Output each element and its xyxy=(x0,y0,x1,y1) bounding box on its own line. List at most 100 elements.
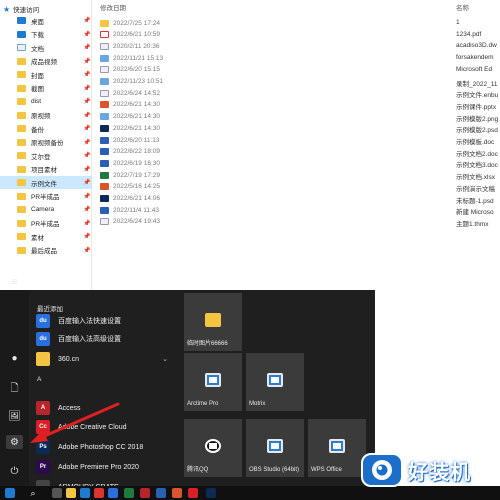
file-row-date[interactable]: 2022/6/20 11:13 xyxy=(100,135,160,145)
tile[interactable]: Motrix xyxy=(246,353,304,411)
file-name[interactable]: forsakendem xyxy=(456,54,494,61)
nav-item[interactable]: PR半成品 📌 xyxy=(0,217,92,230)
pin-icon[interactable]: 📌 xyxy=(82,166,92,173)
pin-icon[interactable]: 📌 xyxy=(82,85,92,92)
nav-item[interactable]: 最后成品 📌 xyxy=(0,244,92,257)
section-header-a[interactable]: A xyxy=(37,376,41,383)
nav-item[interactable]: 截图 📌 xyxy=(0,82,92,95)
edge-taskbar-icon[interactable] xyxy=(80,488,90,498)
app-taskbar-icon[interactable] xyxy=(188,488,198,498)
nav-item[interactable]: 下载 📌 xyxy=(0,28,92,41)
app-list-item[interactable]: A Access xyxy=(36,399,176,417)
file-name[interactable]: acadiso3D.dw xyxy=(456,42,497,49)
nav-item[interactable]: 文档 📌 xyxy=(0,41,92,54)
file-row-date[interactable]: 2022/6/19 16:30 xyxy=(100,158,160,168)
nav-item[interactable]: 原视频 📌 xyxy=(0,109,92,122)
app-taskbar-icon[interactable] xyxy=(108,488,118,498)
app-taskbar-icon[interactable] xyxy=(94,488,104,498)
file-name[interactable]: Microsoft Ed xyxy=(456,66,492,73)
app-list-item[interactable]: Cc Adobe Creative Cloud xyxy=(36,418,176,436)
tile[interactable]: Arctime Pro xyxy=(184,353,242,411)
tile[interactable]: WPS Office xyxy=(308,419,366,477)
file-name[interactable]: 示例模版2.psd xyxy=(456,124,498,134)
date-modified-column-header[interactable]: 修改日期 xyxy=(100,2,126,12)
file-row-date[interactable]: 2020/2/11 20:36 xyxy=(100,41,160,51)
file-name[interactable]: 示例模板.doc xyxy=(456,136,494,146)
nav-item[interactable]: 素材 📌 xyxy=(0,230,92,243)
file-row-date[interactable]: 2022/6/21 14:30 xyxy=(100,100,160,110)
pin-icon[interactable]: 📌 xyxy=(82,71,92,78)
file-row-date[interactable]: 2022/8/22 18:09 xyxy=(100,147,160,157)
file-row-date[interactable]: 2022/11/21 15:13 xyxy=(100,53,163,63)
app-taskbar-icon[interactable] xyxy=(140,488,150,498)
file-row-date[interactable]: 2022/5/16 14:25 xyxy=(100,182,160,192)
pin-icon[interactable]: 📌 xyxy=(82,98,92,105)
pin-icon[interactable]: 📌 xyxy=(82,220,92,227)
nav-item[interactable]: PR半成品 📌 xyxy=(0,190,92,203)
pin-icon[interactable]: 📌 xyxy=(82,139,92,146)
app-list-item[interactable]: Pr Adobe Premiere Pro 2020 xyxy=(36,458,176,476)
pin-icon[interactable]: 📌 xyxy=(82,112,92,119)
file-row-date[interactable]: 2022/6/21 10:59 xyxy=(100,30,160,40)
power-icon[interactable]: ⏻ xyxy=(6,464,23,478)
pictures-icon[interactable]: 🖼 xyxy=(6,409,23,423)
file-row-date[interactable]: 2022/11/4 11:43 xyxy=(100,205,159,215)
pin-icon[interactable]: 📌 xyxy=(82,193,92,200)
chevron-down-icon[interactable]: ⌄ xyxy=(162,355,168,363)
file-name[interactable]: 示例演示文稿 xyxy=(456,183,495,193)
file-row-date[interactable]: 2022/7/19 17:29 xyxy=(100,170,160,180)
file-name[interactable]: 新建 Microso xyxy=(456,206,494,216)
user-avatar-icon[interactable]: ● xyxy=(6,351,23,365)
file-row-date[interactable]: 2022/7/25 17:24 xyxy=(100,18,160,28)
task-view-icon[interactable] xyxy=(52,488,62,498)
pin-icon[interactable]: 📌 xyxy=(82,233,92,240)
app-list-item[interactable]: du 百度输入法快速设置 xyxy=(36,312,176,330)
pin-icon[interactable]: 📌 xyxy=(82,44,92,51)
nav-item[interactable]: Camera 📌 xyxy=(0,203,92,216)
app-taskbar-icon[interactable] xyxy=(206,488,216,498)
file-name[interactable]: 主题1.thmx xyxy=(456,218,489,228)
pin-icon[interactable]: 📌 xyxy=(82,179,92,186)
file-explorer-taskbar-icon[interactable] xyxy=(66,488,76,498)
tile[interactable]: 临时图片66666 xyxy=(184,293,242,351)
search-icon[interactable]: ⌕ xyxy=(28,488,38,498)
pin-icon[interactable]: 📌 xyxy=(82,206,92,213)
nav-item[interactable]: 原视频备份 📌 xyxy=(0,136,92,149)
app-list-item[interactable]: Ps Adobe Photoshop CC 2018 xyxy=(36,438,176,456)
file-name[interactable]: 1 xyxy=(456,19,460,26)
nav-item[interactable]: 示例文件 📌 xyxy=(0,176,92,189)
file-name[interactable]: 示例文档2.doc xyxy=(456,148,498,158)
documents-icon[interactable]: 🗋 xyxy=(6,382,23,396)
file-row-date[interactable]: 2022/6/24 14:52 xyxy=(100,88,160,98)
file-name[interactable]: 示例文件.enbu xyxy=(456,89,498,99)
file-name[interactable]: 示例文档3.doc xyxy=(456,159,498,169)
file-name[interactable]: 示例模版2.png xyxy=(456,113,498,123)
file-row-date[interactable]: 2022/11/23 10:51 xyxy=(100,77,163,87)
windows-start-icon[interactable] xyxy=(5,488,15,498)
app-list-item[interactable]: 360.cn ⌄ xyxy=(36,350,176,368)
pin-icon[interactable]: 📌 xyxy=(82,247,92,254)
pin-icon[interactable]: 📌 xyxy=(82,17,92,24)
file-name[interactable]: 未标题-1.psd xyxy=(456,195,494,205)
app-list-item[interactable]: du 百度输入法高级设置 xyxy=(36,330,176,348)
name-column-header[interactable]: 名称 xyxy=(456,2,469,12)
pin-icon[interactable]: 📌 xyxy=(82,152,92,159)
file-name[interactable]: 示例文档.xlsx xyxy=(456,171,495,181)
file-row-date[interactable]: 2022/6/24 19:43 xyxy=(100,217,160,227)
file-row-date[interactable]: 2022/6/20 15:15 xyxy=(100,65,160,75)
nav-item[interactable]: 封面 📌 xyxy=(0,68,92,81)
hamburger-menu-icon[interactable]: ≡ xyxy=(6,275,23,289)
nav-item[interactable]: 成品视频 📌 xyxy=(0,55,92,68)
quick-access-header[interactable]: ★ 快速访问 xyxy=(3,4,39,15)
tile[interactable]: 腾讯QQ xyxy=(184,419,242,477)
nav-item[interactable]: dist 📌 xyxy=(0,95,92,108)
nav-item[interactable]: 桌面 📌 xyxy=(0,14,92,27)
settings-icon[interactable]: ⚙ xyxy=(6,435,23,449)
file-row-date[interactable]: 2022/6/21 14:30 xyxy=(100,112,160,122)
pin-icon[interactable]: 📌 xyxy=(82,31,92,38)
nav-item[interactable]: 项目素材 📌 xyxy=(0,163,92,176)
file-name[interactable]: 示例课件.pptx xyxy=(456,101,496,111)
nav-item[interactable]: 艾尔登 📌 xyxy=(0,149,92,162)
app-taskbar-icon[interactable] xyxy=(156,488,166,498)
nav-item[interactable]: 备份 📌 xyxy=(0,122,92,135)
